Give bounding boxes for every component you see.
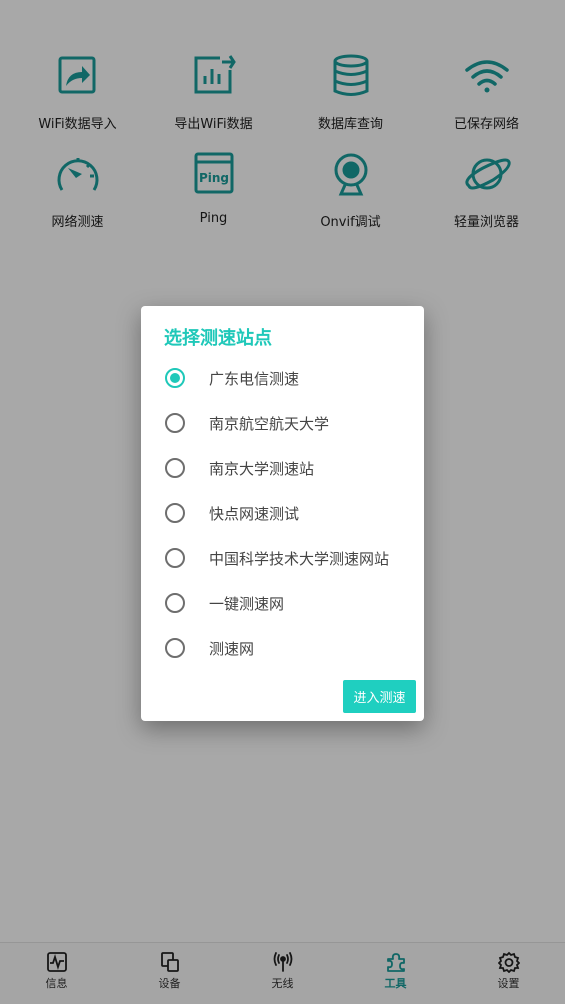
site-option[interactable]: 一键测速网 — [141, 581, 424, 626]
site-option[interactable]: 测速网 — [141, 626, 424, 671]
radio-button[interactable] — [165, 458, 185, 478]
site-option-label: 中国科学技术大学测速网站 — [209, 550, 390, 568]
site-option[interactable]: 广东电信测速 — [141, 356, 424, 401]
site-option-label: 南京大学测速站 — [209, 460, 315, 478]
radio-button[interactable] — [165, 503, 185, 523]
site-option[interactable]: 中国科学技术大学测速网站 — [141, 536, 424, 581]
enter-speed-test-button[interactable]: 进入测速 — [343, 680, 416, 713]
radio-button[interactable] — [165, 413, 185, 433]
radio-button[interactable] — [165, 593, 185, 613]
site-option[interactable]: 南京航空航天大学 — [141, 401, 424, 446]
site-option-label: 广东电信测速 — [209, 370, 300, 388]
radio-button[interactable] — [165, 638, 185, 658]
site-option-label: 一键测速网 — [209, 595, 285, 613]
site-option-label: 测速网 — [209, 640, 255, 658]
radio-button[interactable] — [165, 368, 185, 388]
site-option[interactable]: 快点网速测试 — [141, 491, 424, 536]
radio-button[interactable] — [165, 548, 185, 568]
site-option-label: 快点网速测试 — [209, 505, 300, 523]
site-option-label: 南京航空航天大学 — [209, 415, 330, 433]
speed-test-site-dialog: 选择测速站点 广东电信测速 南京航空航天大学 南京大学测速站 快点网速测试 中国… — [141, 306, 424, 721]
site-option[interactable]: 南京大学测速站 — [141, 446, 424, 491]
dialog-title: 选择测速站点 — [164, 328, 272, 349]
